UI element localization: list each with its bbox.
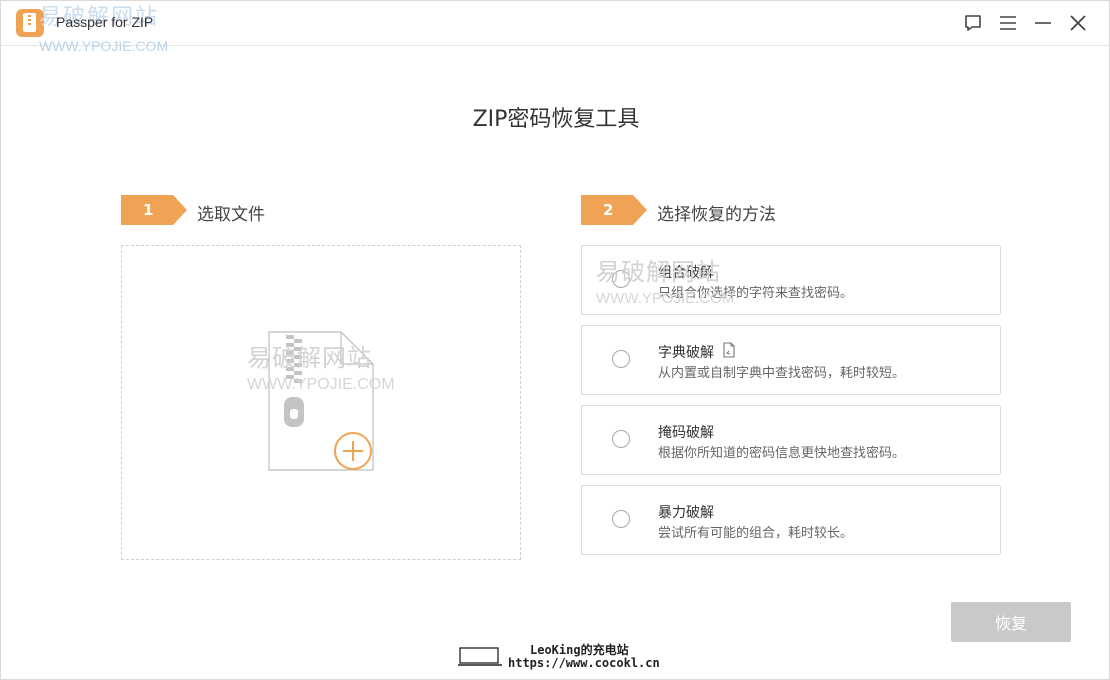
minimize-button[interactable] <box>1032 12 1054 34</box>
recover-button[interactable]: 恢复 <box>951 602 1071 642</box>
feedback-button[interactable] <box>962 12 984 34</box>
step-1-arrow <box>173 195 187 225</box>
method-title: 暴力破解 <box>658 505 714 521</box>
method-description: 根据你所知道的密码信息更快地查找密码。 <box>658 446 906 461</box>
close-icon <box>1070 15 1086 31</box>
step-1-header: 1 选取文件 <box>121 195 421 225</box>
watermark-text: 易破解网站 <box>247 344 372 372</box>
step-2-badge: 2 <box>581 195 633 225</box>
method-description: 尝试所有可能的组合，耗时较长。 <box>658 526 854 541</box>
step-2-arrow <box>633 195 647 225</box>
method-brute-force[interactable]: 暴力破解 尝试所有可能的组合，耗时较长。 <box>581 485 1001 555</box>
step-1-label: 选取文件 <box>197 205 265 225</box>
method-combination[interactable]: 组合破解 只组合你选择的字符来查找密码。 易破解网站 WWW.YPOJIE.CO… <box>581 245 1001 315</box>
watermark-url: WWW.YPOJIE.COM <box>247 376 395 393</box>
dictionary-file-icon[interactable] <box>722 342 736 358</box>
method-title: 字典破解 <box>658 345 714 361</box>
app-title: Passper for ZIP <box>56 14 154 30</box>
method-radio[interactable] <box>612 510 630 528</box>
page-title: ZIP密码恢复工具 <box>472 107 640 132</box>
watermark-text: 易破解网站 <box>596 258 721 286</box>
minimize-icon <box>1035 22 1051 24</box>
watermark-url: WWW.YPOJIE.COM <box>596 290 735 307</box>
title-bar: 易破解网站 WWW.YPOJIE.COM Passper for ZIP <box>1 1 1109 54</box>
method-description: 从内置或自制字典中查找密码，耗时较短。 <box>658 366 906 381</box>
laptop-icon <box>458 647 502 666</box>
footer-watermark: LeoKing的充电站 https://www.cocokl.cn <box>458 641 678 671</box>
method-mask[interactable]: 掩码破解 根据你所知道的密码信息更快地查找密码。 <box>581 405 1001 475</box>
step-1-badge: 1 <box>121 195 173 225</box>
hamburger-menu-icon <box>1000 16 1016 30</box>
watermark-url: WWW.YPOJIE.COM <box>39 38 169 54</box>
method-dictionary[interactable]: 字典破解 从内置或自制字典中查找密码，耗时较短。 <box>581 325 1001 395</box>
method-title: 掩码破解 <box>658 425 714 441</box>
footer-watermark-line2: https://www.cocokl.cn <box>508 656 660 670</box>
app-window: 易破解网站 WWW.YPOJIE.COM Passper for ZIP ZIP… <box>0 0 1110 680</box>
method-radio[interactable] <box>612 350 630 368</box>
step-2-header: 2 选择恢复的方法 <box>581 195 901 225</box>
close-button[interactable] <box>1067 12 1089 34</box>
file-dropzone[interactable]: 易破解网站 WWW.YPOJIE.COM <box>121 245 521 560</box>
step-2-label: 选择恢复的方法 <box>657 205 776 225</box>
method-radio[interactable] <box>612 430 630 448</box>
menu-button[interactable] <box>997 12 1019 34</box>
chat-bubble-icon <box>965 15 981 31</box>
